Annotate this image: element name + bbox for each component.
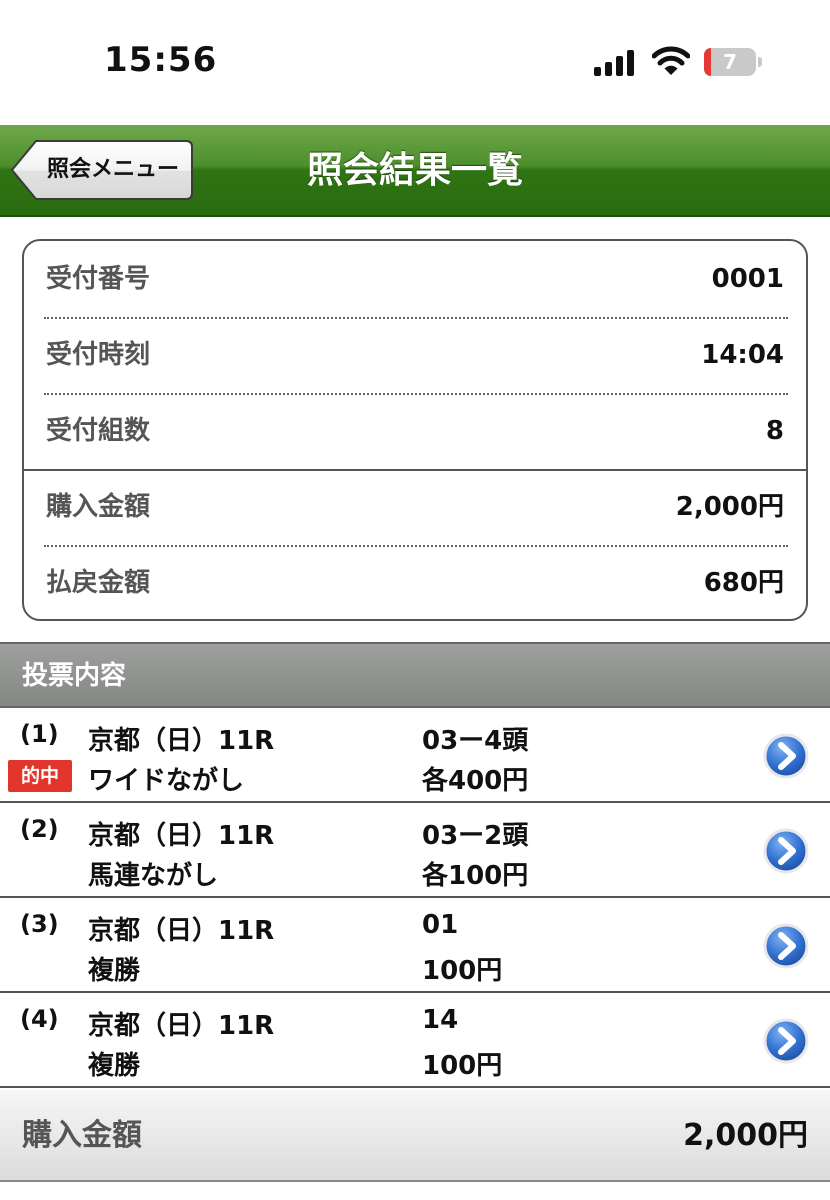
bet-amount: 100円 <box>422 1051 503 1081</box>
footer-total-value: 2,000円 <box>683 1118 808 1153</box>
bet-number: (3) <box>20 910 59 938</box>
receipt-summary-card: 受付番号 0001 受付時刻 14:04 受付組数 8 購入金額 2,000円 … <box>22 239 808 621</box>
bet-number: (2) <box>20 815 59 843</box>
footer-total-label: 購入金額 <box>22 1118 142 1153</box>
receipt-label: 受付時刻 <box>46 340 151 370</box>
section-title: 投票内容 <box>22 661 127 691</box>
bet-combo: 01 <box>422 910 459 940</box>
bet-race: 京都（日）11R <box>88 1011 275 1041</box>
bet-race: 京都（日）11R <box>88 726 275 756</box>
bet-combo: 14 <box>422 1005 459 1035</box>
chevron-right-icon[interactable] <box>762 732 810 780</box>
receipt-label: 購入金額 <box>46 492 151 522</box>
receipt-value: 680円 <box>703 568 784 598</box>
receipt-label: 受付組数 <box>46 416 151 446</box>
chevron-right-icon[interactable] <box>762 1017 810 1065</box>
back-button-label: 照会メニュー <box>46 157 179 182</box>
bet-type: 複勝 <box>88 1051 141 1081</box>
nav-bar: 照会結果一覧 照会メニュー <box>0 125 830 217</box>
footer-total: 購入金額 2,000円 <box>0 1090 830 1182</box>
section-header: 投票内容 <box>0 642 830 708</box>
bet-race: 京都（日）11R <box>88 916 275 946</box>
bet-number: (4) <box>20 1005 59 1033</box>
wifi-icon <box>651 46 691 76</box>
receipt-row-number: 受付番号 0001 <box>24 241 806 317</box>
signal-icon <box>594 50 638 76</box>
back-button[interactable]: 照会メニュー <box>10 139 194 201</box>
battery-level: 7 <box>723 50 737 74</box>
bet-race: 京都（日）11R <box>88 821 275 851</box>
bet-row[interactable]: (2) 京都（日）11R 馬連ながし 03ー2頭 各100円 <box>0 803 830 898</box>
receipt-row-purchase: 購入金額 2,000円 <box>24 469 806 545</box>
bet-type: 複勝 <box>88 956 141 986</box>
bet-number: (1) <box>20 720 59 748</box>
receipt-label: 受付番号 <box>46 264 151 294</box>
chevron-right-icon[interactable] <box>762 922 810 970</box>
bet-amount: 各100円 <box>422 861 529 891</box>
bet-row[interactable]: (4) 京都（日）11R 複勝 14 100円 <box>0 993 830 1088</box>
bet-type: 馬連ながし <box>88 861 219 891</box>
receipt-label: 払戻金額 <box>46 568 151 598</box>
hit-badge: 的中 <box>8 760 72 792</box>
bet-combo: 03ー4頭 <box>422 726 529 756</box>
bet-amount: 100円 <box>422 956 503 986</box>
bet-type: ワイドながし <box>88 766 245 796</box>
receipt-value: 8 <box>765 416 784 446</box>
battery-tip <box>758 57 762 67</box>
bet-row[interactable]: (1) 的中 京都（日）11R ワイドながし 03ー4頭 各400円 <box>0 708 830 803</box>
receipt-value: 14:04 <box>701 340 784 370</box>
status-time: 15:56 <box>104 40 218 80</box>
status-bar: 15:56 7 <box>0 0 830 125</box>
receipt-row-payout: 払戻金額 680円 <box>24 545 806 621</box>
bet-amount: 各400円 <box>422 766 529 796</box>
bet-row[interactable]: (3) 京都（日）11R 複勝 01 100円 <box>0 898 830 993</box>
chevron-right-icon[interactable] <box>762 827 810 875</box>
bet-combo: 03ー2頭 <box>422 821 529 851</box>
receipt-value: 2,000円 <box>675 492 784 522</box>
receipt-value: 0001 <box>711 264 784 294</box>
battery-icon: 7 <box>704 48 756 76</box>
receipt-row-time: 受付時刻 14:04 <box>24 317 806 393</box>
receipt-row-sets: 受付組数 8 <box>24 393 806 469</box>
